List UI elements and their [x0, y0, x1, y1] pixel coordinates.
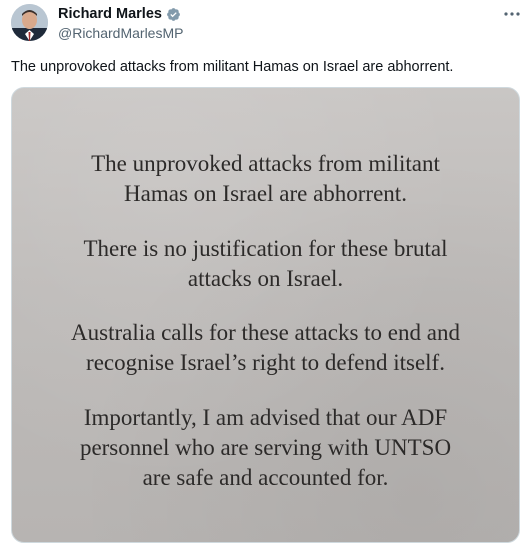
statement-line: The unprovoked attacks from militant	[91, 151, 440, 176]
statement-line: are safe and accounted for.	[142, 465, 389, 490]
avatar-image	[11, 4, 48, 41]
statement-line: personnel who are serving with UNTSO	[79, 435, 452, 460]
statement-line: Hamas on Israel are abhorrent.	[124, 181, 407, 206]
statement-line: There is no justification for these brut…	[83, 236, 448, 261]
author-name[interactable]: Richard Marles	[58, 6, 181, 22]
statement-line: Importantly, I am advised that our ADF	[83, 405, 448, 430]
tweet-card: Richard Marles @RichardMarlesMP The unpr…	[0, 0, 531, 554]
author-handle[interactable]: @RichardMarlesMP	[58, 25, 183, 41]
statement-paragraph: The unprovoked attacks from militant Ham…	[12, 149, 519, 209]
statement-line: recognise Israel’s right to defend itsel…	[86, 350, 445, 375]
more-options-button[interactable]	[500, 4, 524, 24]
author-name-text: Richard Marles	[58, 6, 162, 22]
verified-badge-icon	[167, 7, 180, 21]
statement-paragraph: There is no justification for these brut…	[12, 234, 519, 294]
tweet-text: The unprovoked attacks from militant Ham…	[11, 59, 454, 75]
more-options-icon	[504, 12, 520, 16]
avatar[interactable]	[11, 4, 48, 41]
statement-paragraph: Australia calls for these attacks to end…	[12, 318, 519, 378]
statement-line: Australia calls for these attacks to end…	[71, 320, 460, 345]
tweet-media-image[interactable]: The unprovoked attacks from militant Ham…	[11, 87, 520, 543]
statement-paragraph: Importantly, I am advised that our ADF p…	[12, 403, 519, 493]
statement-line: attacks on Israel.	[187, 266, 344, 291]
